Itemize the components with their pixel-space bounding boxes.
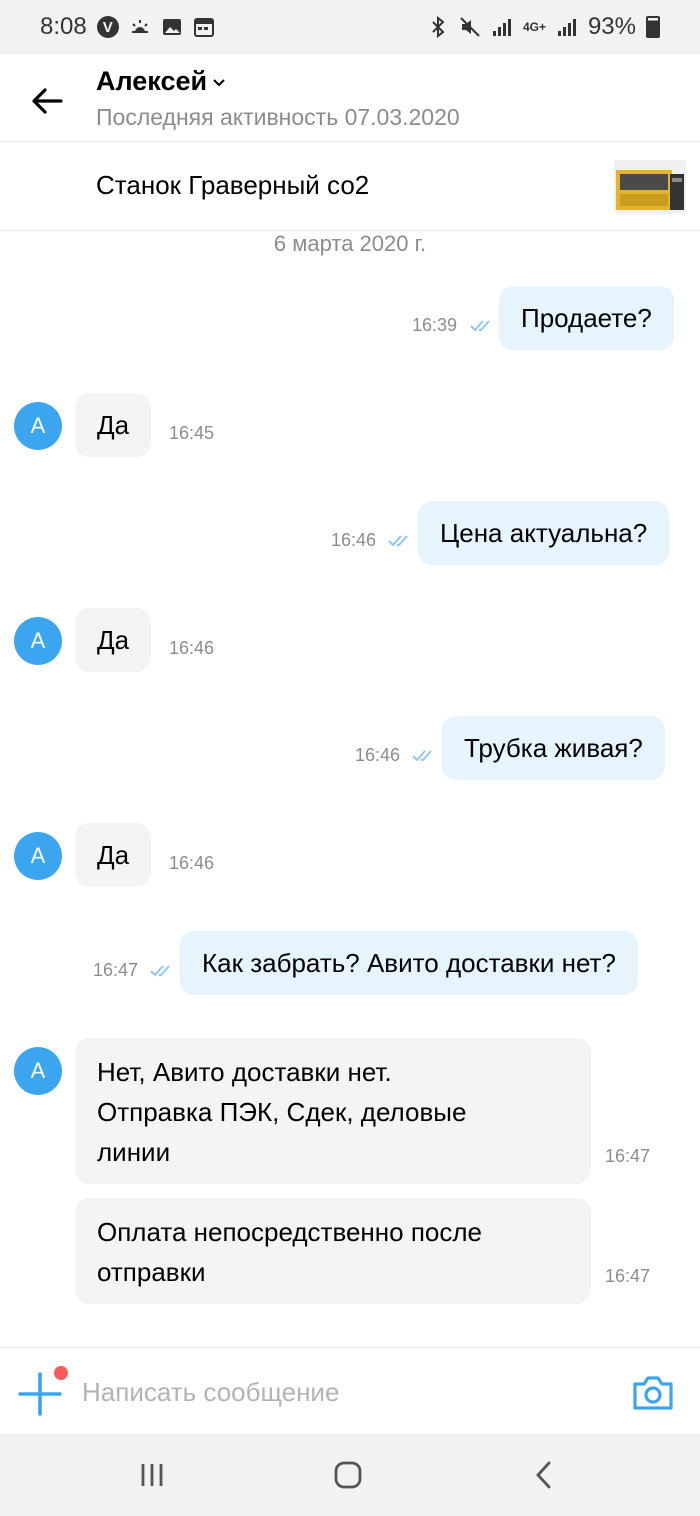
message-bubble: Как забрать? Авито доставки нет? — [180, 931, 638, 995]
camera-button[interactable] — [632, 1374, 674, 1412]
bluetooth-icon — [432, 16, 445, 38]
message-input[interactable] — [82, 1370, 602, 1414]
message-time: 16:46 — [169, 853, 215, 873]
avatar[interactable]: А — [14, 832, 62, 880]
home-button[interactable] — [328, 1458, 368, 1492]
message-bubble: Цена актуальна? — [418, 501, 670, 565]
message-time: 16:47 — [93, 960, 139, 980]
message-line: линии — [97, 1137, 171, 1167]
attach-plus-button[interactable] — [18, 1372, 62, 1416]
status-bar: 8:08 V 4G+ 93% — [0, 0, 700, 54]
message-bubble: Трубка живая? — [442, 716, 665, 780]
chevron-down-icon — [213, 78, 225, 86]
message-time: 16:46 — [331, 530, 377, 550]
arrow-left-icon — [32, 88, 63, 114]
message-time: 16:47 — [605, 1146, 651, 1166]
calendar-icon — [193, 18, 214, 37]
message-time: 16:39 — [412, 315, 458, 335]
message-line: Отправка ПЭК, Сдек, деловые — [97, 1097, 467, 1127]
home-icon — [334, 1461, 362, 1489]
message-bubble: Оплата непосредственно после отправки — [75, 1198, 591, 1304]
last-seen: Последняя активность 07.03.2020 — [96, 104, 460, 130]
message-time: 16:45 — [169, 423, 215, 443]
message-bubble: Да — [75, 608, 152, 672]
signal-icon-2 — [557, 19, 576, 36]
read-ticks-icon — [470, 320, 490, 332]
contact-name: Алексей — [96, 66, 208, 96]
chat-header: Алексей Последняя активность 07.03.2020 — [0, 54, 700, 142]
message-line: Нет, Авито доставки нет. — [97, 1057, 392, 1087]
gallery-icon — [162, 19, 181, 35]
message-bubble: Да — [75, 823, 152, 887]
message-list[interactable]: 6 марта 2020 г. 16:39 Продаете? А Да 16:… — [0, 231, 700, 1347]
avatar[interactable]: А — [14, 617, 62, 665]
message-bubble: Нет, Авито доставки нет. Отправка ПЭК, С… — [75, 1038, 591, 1184]
message-time: 16:46 — [169, 638, 215, 658]
message-time: 16:47 — [605, 1266, 651, 1286]
back-nav-button[interactable] — [524, 1458, 564, 1492]
contact-name-button[interactable]: Алексей — [96, 66, 225, 97]
message-bubble: Продаете? — [499, 286, 674, 350]
composer — [0, 1347, 700, 1434]
back-button[interactable] — [22, 76, 72, 126]
date-separator: 6 марта 2020 г. — [273, 231, 427, 256]
message-line: Оплата непосредственно после — [97, 1217, 482, 1247]
battery-percent: 93% — [587, 13, 636, 40]
read-ticks-icon — [150, 965, 170, 977]
system-nav-bar — [0, 1434, 700, 1516]
notification-dot — [54, 1366, 68, 1380]
signal-icon — [492, 19, 511, 36]
weather-icon — [131, 20, 148, 33]
read-ticks-icon — [412, 750, 432, 762]
listing-bar[interactable]: Станок Граверный со2 — [0, 142, 700, 231]
avatar[interactable]: А — [14, 1047, 62, 1095]
app-badge-icon: V — [96, 16, 119, 38]
read-ticks-icon — [388, 535, 408, 547]
avatar[interactable]: А — [14, 402, 62, 450]
listing-thumbnail — [614, 160, 686, 214]
message-bubble: Да — [75, 393, 152, 457]
message-line: отправки — [97, 1257, 206, 1287]
mute-icon — [460, 17, 480, 37]
recent-apps-button[interactable] — [132, 1458, 172, 1492]
recent-apps-icon — [141, 1464, 163, 1486]
listing-title: Станок Граверный со2 — [96, 170, 370, 200]
status-time: 8:08 — [40, 13, 87, 40]
network-type: 4G+ — [522, 19, 546, 34]
back-nav-icon — [536, 1461, 551, 1489]
message-time: 16:46 — [355, 745, 401, 765]
battery-icon — [646, 16, 660, 38]
